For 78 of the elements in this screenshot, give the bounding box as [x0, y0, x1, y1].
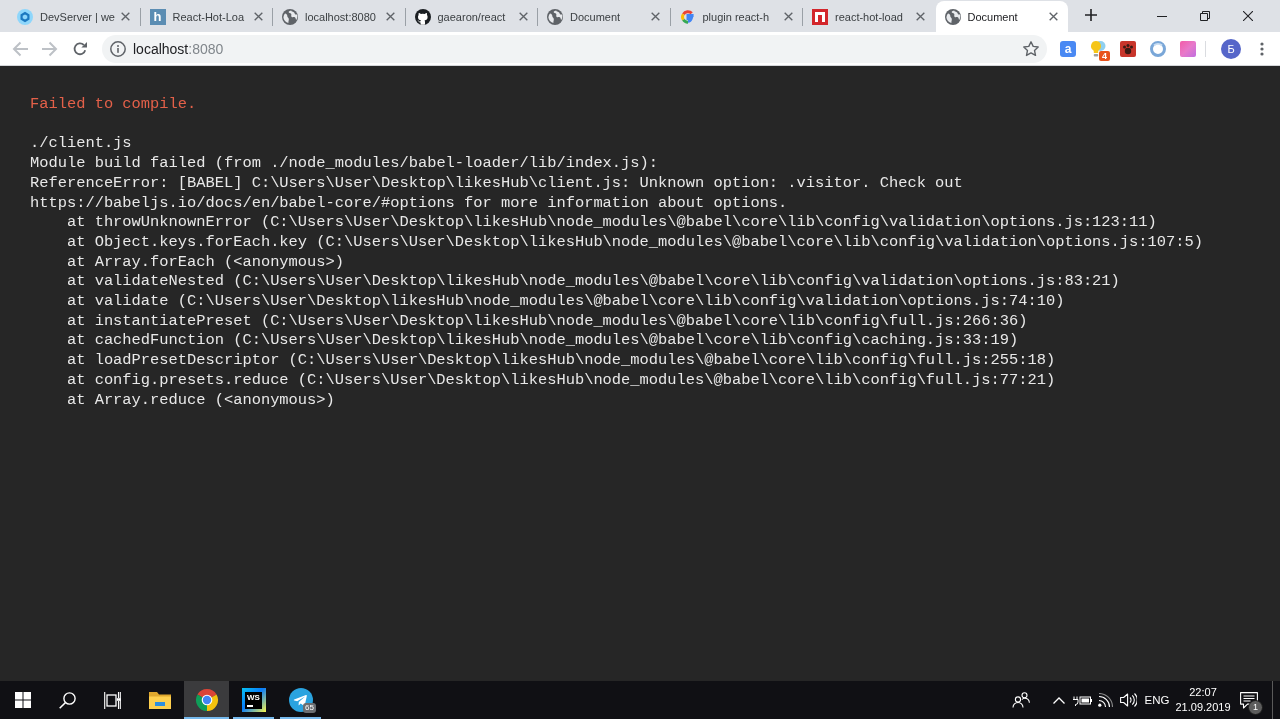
- cube-icon: [17, 8, 33, 25]
- stack-trace-line: at Array.forEach (<anonymous>): [66, 252, 344, 273]
- stack-trace-line: at Object.keys.forEach.key (C:\Users\User\Desktop\likesHub\node_modules\@babel\core\lib\config\validation\options.js:107:5): [66, 232, 1203, 253]
- browser-tab[interactable]: Document: [935, 1, 1068, 32]
- stack-trace-line: at throwUnknownError (C:\Users\User\Desktop\likesHub\node_modules\@babel\core\lib\config\validation\options.js:123:11): [66, 213, 1157, 233]
- wifi-icon: [1097, 693, 1113, 707]
- error-title: Failed to compile.: [30, 95, 197, 115]
- avatar-button[interactable]: Б: [1221, 38, 1241, 59]
- browser-logo-icon: [194, 688, 219, 712]
- extension-button[interactable]: 4: [1084, 34, 1112, 63]
- browser-tab[interactable]: plugin react-h: [670, 1, 803, 32]
- close-icon: [121, 12, 130, 21]
- search-icon: [59, 691, 76, 709]
- ring-logo-icon: [679, 8, 696, 25]
- globe-icon: [944, 8, 961, 25]
- more-icon: [1260, 41, 1264, 56]
- browser-tab[interactable]: gaearon/react: [405, 1, 538, 32]
- count-badge: 4: [1099, 50, 1110, 61]
- reload-icon: [73, 41, 87, 56]
- speech-bubble-icon: [1240, 691, 1258, 709]
- task-view-icon: [104, 691, 121, 709]
- restore-icon: [1199, 11, 1210, 21]
- paper-plane-icon: [288, 688, 313, 712]
- close-icon: [783, 12, 793, 21]
- back-arrow-icon: [12, 40, 28, 57]
- frame-tile-icon: [812, 8, 828, 25]
- error-message: ReferenceError: [BABEL] C:\Users\User\Desktop\likesHub\client.js: Unknown option: .visitor. Check out https://babeljs.io/docs/en/babel-core/#options for more information about options.: [30, 173, 964, 214]
- folder-icon: [147, 690, 172, 710]
- letter-tile-icon: a: [1060, 40, 1076, 57]
- address-field[interactable]: localhost:8080: [133, 40, 224, 57]
- browser-tab[interactable]: DevServer | we: [8, 1, 141, 32]
- stack-trace-line: at Array.reduce (<anonymous>): [66, 390, 335, 411]
- forward-arrow-icon: [42, 40, 58, 57]
- browser-tab[interactable]: localhost:8080: [273, 1, 406, 32]
- taskbar-app-button[interactable]: [184, 681, 229, 719]
- count-badge: 65: [303, 703, 316, 713]
- close-icon: [386, 12, 395, 21]
- cat-logo-icon: [414, 8, 431, 25]
- globe-icon: [547, 8, 563, 25]
- paw-tile-icon: [1120, 40, 1136, 57]
- taskbar-app-button[interactable]: WS: [231, 681, 276, 719]
- clock-button[interactable]: 22:07 21.09.2019: [1174, 681, 1232, 719]
- ring-icon: [1150, 40, 1166, 57]
- browser-tab[interactable]: Document: [538, 1, 671, 32]
- people-icon: [1012, 692, 1030, 708]
- star-icon[interactable]: [1023, 40, 1039, 57]
- stack-trace-line: at loadPresetDescriptor (C:\Users\User\Desktop\likesHub\node_modules\@babel\core\lib\config\full.js:255:18): [66, 351, 1056, 371]
- close-icon: [651, 12, 660, 21]
- letter-tile-icon: h: [149, 8, 166, 25]
- browser-tab[interactable]: react-hot-load: [803, 1, 936, 32]
- close-icon: [1242, 11, 1253, 21]
- taskbar-app-button[interactable]: 65: [278, 681, 323, 719]
- windows-logo-icon: [14, 692, 31, 708]
- stack-trace-line: at cachedFunction (C:\Users\User\Desktop\likesHub\node_modules\@babel\core\lib\config\caching.js:33:19): [66, 331, 1019, 352]
- notifications-button[interactable]: 1: [1232, 681, 1266, 719]
- stack-trace-line: at instantiatePreset (C:\Users\User\Desktop\likesHub\node_modules\@babel\core\lib\config\full.js:266:36): [66, 311, 1028, 332]
- stack-trace-line: at config.presets.reduce (C:\Users\User\Desktop\likesHub\node_modules\@babel\core\lib\config\full.js:77:21): [66, 370, 1056, 391]
- app-logo-icon: WS: [241, 688, 266, 712]
- stack-trace-line: at validate (C:\Users\User\Desktop\likesHub\node_modules\@babel\core\lib\config\validation\options.js:74:10): [66, 292, 1065, 312]
- browser-tab[interactable]: h React-Hot-Loa: [140, 1, 273, 32]
- address-bar[interactable]: localhost:8080: [102, 34, 1047, 63]
- error-message: ./client.js: [30, 134, 132, 155]
- caret-up-icon: [1053, 696, 1065, 704]
- battery-plug-icon: [1072, 694, 1092, 706]
- close-icon: [916, 12, 925, 21]
- minimize-icon: [1156, 15, 1167, 17]
- globe-icon: [282, 8, 298, 25]
- close-icon: [1048, 12, 1058, 21]
- info-icon: [110, 40, 126, 57]
- count-badge: 1: [1248, 700, 1263, 715]
- error-message: Module build failed (from ./node_modules/babel-loader/lib/index.js):: [30, 154, 659, 174]
- close-icon: [253, 12, 263, 21]
- plus-icon: [1085, 9, 1097, 21]
- stack-trace-line: at validateNested (C:\Users\User\Desktop\likesHub\node_modules\@babel\core\lib\config\validation\options.js:83:21): [66, 272, 1120, 292]
- gradient-square-icon: [1180, 40, 1196, 57]
- speaker-icon: [1119, 693, 1137, 707]
- close-icon: [518, 12, 528, 21]
- language-button[interactable]: ENG: [1140, 681, 1174, 719]
